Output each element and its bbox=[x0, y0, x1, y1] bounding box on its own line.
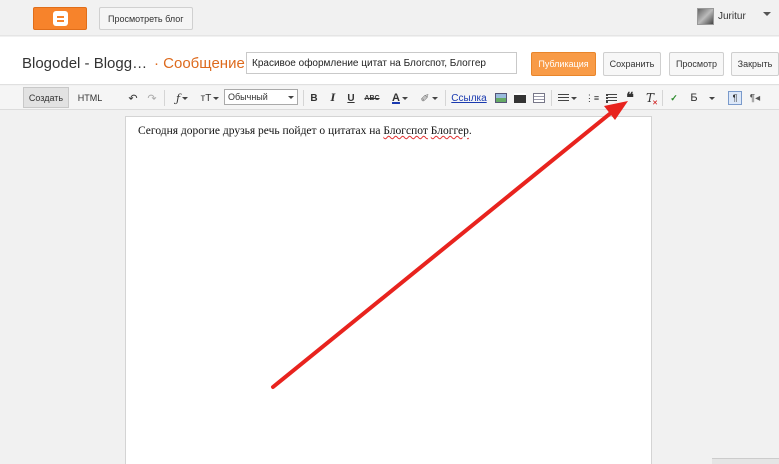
blogger-logo-button[interactable] bbox=[33, 7, 87, 30]
rtl-direction-icon[interactable]: ¶◂ bbox=[748, 90, 762, 106]
insert-image-icon[interactable] bbox=[494, 90, 508, 106]
chevron-down-icon bbox=[709, 96, 715, 100]
format-select-value: Обычный bbox=[228, 92, 268, 102]
post-label: · Сообщение bbox=[154, 55, 245, 72]
toolbar-divider bbox=[164, 90, 165, 106]
toolbar-divider bbox=[551, 90, 552, 106]
strikethrough-button[interactable]: ABC bbox=[364, 90, 380, 106]
toolbar-divider bbox=[662, 90, 663, 106]
user-name: Juritur bbox=[718, 11, 746, 22]
blogger-icon bbox=[52, 11, 68, 26]
clear-formatting-icon[interactable]: T bbox=[643, 90, 658, 107]
font-size-icon[interactable]: тT bbox=[198, 90, 222, 106]
save-button[interactable]: Сохранить bbox=[603, 52, 661, 76]
undo-icon[interactable]: ↶ bbox=[126, 90, 140, 106]
status-corner bbox=[712, 458, 779, 464]
chevron-down-icon[interactable] bbox=[763, 12, 771, 16]
spell-check-icon[interactable]: ✓ bbox=[667, 90, 681, 106]
bullet-list-icon[interactable] bbox=[604, 90, 618, 106]
toolbar-divider bbox=[303, 90, 304, 106]
editor-toolbar: Создать HTML ↶ ↷ ƒ тT Обычный B I U ABC … bbox=[0, 86, 779, 110]
insert-video-icon[interactable] bbox=[513, 90, 527, 106]
close-button[interactable]: Закрыть bbox=[731, 52, 779, 76]
view-blog-button[interactable]: Просмотреть блог bbox=[99, 7, 193, 30]
align-icon[interactable] bbox=[557, 90, 577, 106]
underline-button[interactable]: U bbox=[345, 90, 357, 106]
highlight-icon[interactable]: ✐ bbox=[418, 90, 440, 106]
bold-button[interactable]: B bbox=[308, 90, 320, 106]
tab-compose[interactable]: Создать bbox=[23, 87, 69, 108]
preview-button[interactable]: Просмотр bbox=[669, 52, 724, 76]
post-body-text: Сегодня дорогие друзья речь пойдет о цит… bbox=[138, 125, 472, 137]
input-language-button[interactable]: Б bbox=[688, 90, 700, 106]
link-label: Ссылка bbox=[451, 92, 487, 104]
avatar bbox=[697, 8, 714, 25]
post-title-input[interactable] bbox=[246, 52, 517, 74]
tab-html[interactable]: HTML bbox=[72, 87, 108, 108]
blog-title[interactable]: Blogodel - Blogg… bbox=[22, 55, 147, 72]
post-body-editor[interactable]: Сегодня дорогие друзья речь пойдет о цит… bbox=[125, 116, 652, 464]
insert-jump-break-icon[interactable] bbox=[532, 90, 546, 106]
link-button[interactable]: Ссылка bbox=[451, 90, 487, 106]
user-menu[interactable]: Juritur bbox=[697, 8, 746, 25]
text-color-label: A bbox=[392, 92, 400, 104]
publish-button[interactable]: Публикация bbox=[531, 52, 596, 76]
chevron-down-icon bbox=[288, 96, 294, 99]
font-family-icon[interactable]: ƒ bbox=[170, 90, 194, 106]
quote-icon[interactable]: ❝ bbox=[623, 90, 637, 106]
format-select[interactable]: Обычный bbox=[224, 89, 298, 105]
blogger-post-editor: Просмотреть блог Juritur Blogodel - Blog… bbox=[0, 0, 779, 464]
input-language-caret[interactable] bbox=[706, 90, 716, 106]
toolbar-divider bbox=[445, 90, 446, 106]
numbered-list-icon[interactable]: ⋮≡ bbox=[585, 90, 599, 106]
redo-icon[interactable]: ↷ bbox=[145, 90, 159, 106]
title-bar: Blogodel - Blogg… · Сообщение Публикация… bbox=[0, 37, 779, 85]
text-color-button[interactable]: A bbox=[389, 90, 411, 106]
italic-button[interactable]: I bbox=[327, 90, 339, 106]
ltr-direction-icon[interactable]: ¶ bbox=[727, 90, 743, 106]
top-bar: Просмотреть блог Juritur bbox=[0, 0, 779, 36]
